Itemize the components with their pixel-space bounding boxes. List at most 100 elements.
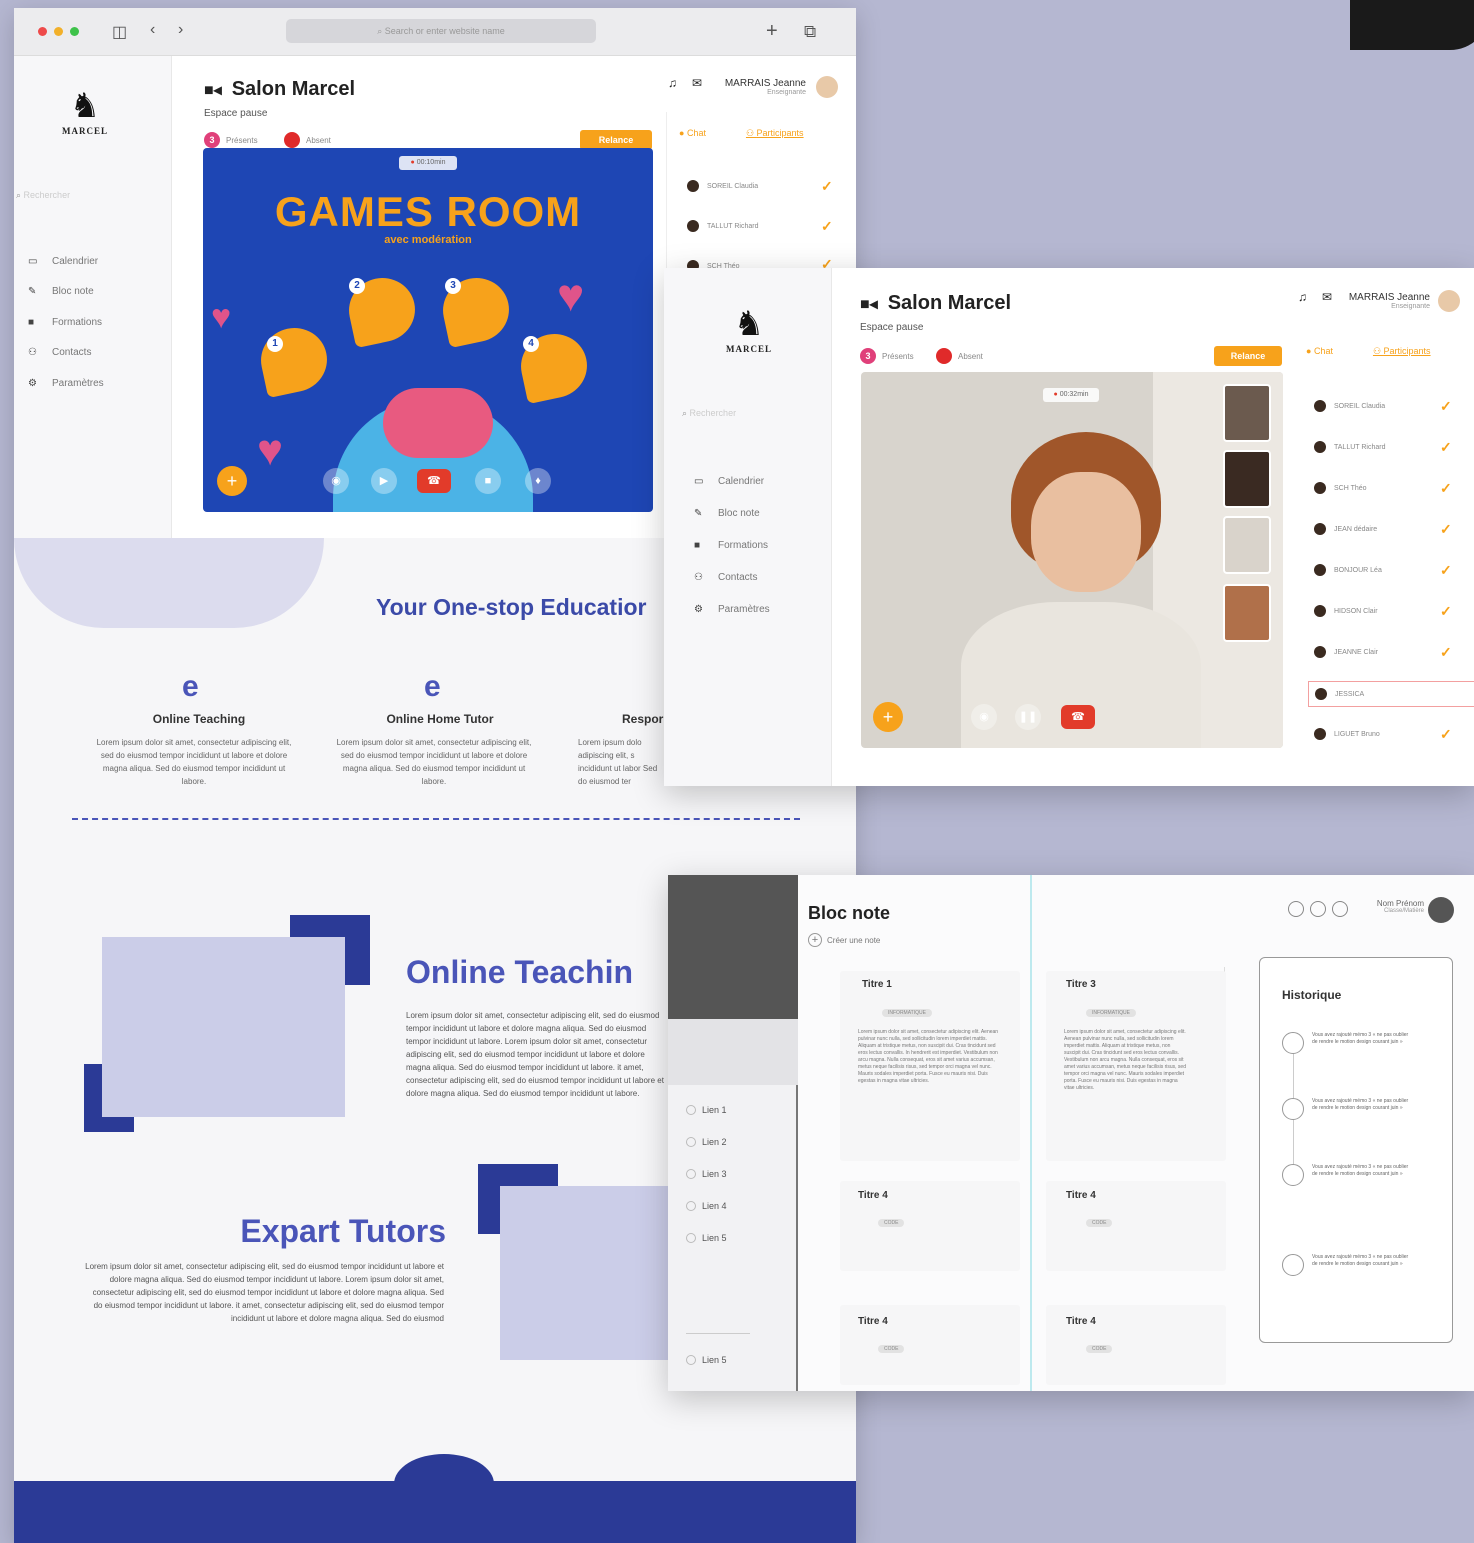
avatar [1314,605,1326,617]
participant-row[interactable]: TALLUT Richard [1314,441,1385,453]
minimize-window-dot[interactable] [54,27,63,36]
volume-icon[interactable]: ◉ [323,468,349,494]
call-timer-text: 00:10min [416,159,446,166]
tab-participants[interactable]: ⚇ Participants [746,128,804,139]
history-item: Vous avez rajouté mémo 3 « ne pas oublie… [1312,1164,1409,1177]
url-bar[interactable]: ⌕ Search or enter website name [286,19,596,43]
lien-item[interactable]: Lien 2 [686,1137,727,1147]
nav-item-calendrier[interactable]: ▭ Calendrier [28,256,98,267]
tab-chat[interactable]: ● Chat [1306,346,1333,357]
add-button[interactable]: + [873,702,903,732]
play-icon[interactable]: ▶ [371,468,397,494]
participant-name: LIGUET Bruno [1334,730,1380,738]
forward-icon[interactable]: › [178,21,183,39]
note-title: Titre 4 [1066,1190,1096,1201]
nav-item-parametres[interactable]: ⚙ Paramètres [28,378,104,389]
new-tab-icon[interactable]: + [766,20,778,43]
lien-item[interactable]: Lien 1 [686,1105,727,1115]
nav-item-bloc-note[interactable]: ✎ Bloc note [28,286,94,297]
timeline-node [1282,1164,1304,1186]
page-title: Bloc note [808,903,891,923]
microphone-icon[interactable]: ♦ [525,468,551,494]
marcel-logo[interactable]: ♞ MARCEL [714,304,784,364]
lien-item[interactable]: Lien 4 [686,1201,727,1211]
hang-up-button[interactable]: ☎ [1061,705,1095,729]
mail-icon[interactable]: ✉ [692,76,702,90]
participant-name: JESSICA [1335,690,1365,698]
pause-icon[interactable]: ❚❚ [1015,704,1041,730]
participant-thumbnail[interactable] [1223,584,1271,642]
hang-up-button[interactable]: ☎ [417,469,451,493]
participant-name: JEANNE Clair [1334,648,1378,656]
participant-row[interactable]: SCH Théo [1314,482,1367,494]
call-timer-text: 00:32min [1059,391,1089,398]
tabs-overview-icon[interactable]: ⧉ [804,22,816,42]
participant-row[interactable]: SOREIL Claudia [1314,400,1385,412]
nav-item-contacts[interactable]: ⚇ Contacts [28,347,91,358]
nav-item-parametres[interactable]: ⚙ Paramètres [694,604,770,615]
avatar[interactable] [1428,897,1454,923]
camera-icon[interactable]: ■ [475,468,501,494]
participant-thumbnail[interactable] [1223,384,1271,442]
close-window-dot[interactable] [38,27,47,36]
user-name: MARRAIS Jeanne [1348,292,1430,303]
nav-item-calendrier[interactable]: ▭ Calendrier [694,476,764,487]
user-info[interactable]: Nom Prénom Classe/Matière [1348,899,1424,914]
lien-item[interactable]: Lien 3 [686,1169,727,1179]
participant-row[interactable]: TALLUT Richard [687,220,758,232]
nav-label: Calendrier [718,476,765,487]
window-controls[interactable] [1288,901,1348,917]
back-icon[interactable]: ‹ [150,21,155,39]
check-icon: ✓ [821,218,833,234]
sidebar-search[interactable]: ⌕ Rechercher [16,190,70,201]
volume-icon[interactable]: ◉ [971,704,997,730]
participant-row[interactable]: LIGUET Bruno [1314,728,1380,740]
marcel-logo[interactable]: ♞ MARCEL [50,86,120,146]
footer-band [14,1481,856,1543]
game-pick-1[interactable] [255,321,333,399]
lien-item[interactable]: Lien 5 [686,1355,727,1365]
avatar[interactable] [1438,290,1460,312]
add-button[interactable]: + [217,466,247,496]
nav-item-bloc-note[interactable]: ✎ Bloc note [694,508,760,519]
check-icon: ✓ [1440,726,1452,742]
check-icon: ✓ [1440,603,1452,619]
participant-name: TALLUT Richard [1334,443,1386,451]
tab-chat[interactable]: ● Chat [679,128,706,139]
tab-participants-label: Participants [1383,346,1431,356]
create-note-button[interactable]: + Créer une note [808,933,880,947]
feature-description: Lorem ipsum dolor sit amet, consectetur … [336,738,532,786]
nav-label: Calendrier [52,256,99,267]
avatar [1314,441,1326,453]
sidebar-search[interactable]: ⌕ Rechercher [682,408,736,419]
participant-row[interactable]: BONJOUR Léa [1314,564,1382,576]
nav-label: Contacts [52,347,92,358]
nav-item-formations[interactable]: ■ Formations [28,317,102,328]
bell-icon[interactable]: ♫ [668,76,677,90]
user-info[interactable]: MARRAIS Jeanne Enseignante [1336,292,1430,310]
user-info[interactable]: MARRAIS Jeanne Enseignante [712,78,806,96]
nav-item-contacts[interactable]: ⚇ Contacts [694,572,757,583]
participant-row[interactable]: JESSICA [1308,681,1474,707]
tab-participants[interactable]: ⚇ Participants [1373,346,1431,357]
present-legend: 3 Présents [860,348,914,364]
image-placeholder [500,1186,670,1360]
check-icon: ✓ [1440,562,1452,578]
nav-item-formations[interactable]: ■ Formations [694,540,768,551]
participant-row[interactable]: JEAN dédaire [1314,523,1377,535]
lien-label: Lien 4 [702,1201,727,1211]
relance-button[interactable]: Relance [580,130,652,150]
avatar[interactable] [816,76,838,98]
participant-row[interactable]: JEANNE Clair [1314,646,1378,658]
bell-icon[interactable]: ♫ [1298,290,1307,304]
participant-row[interactable]: HIDSON Clair [1314,605,1378,617]
participant-row[interactable]: SOREIL Claudia [687,180,758,192]
sidebar-toggle-icon[interactable]: ◫ [112,22,127,42]
participant-thumbnail[interactable] [1223,516,1271,574]
mail-icon[interactable]: ✉ [1322,290,1332,304]
participant-thumbnail[interactable] [1223,450,1271,508]
avatar [1314,523,1326,535]
relance-button[interactable]: Relance [1214,346,1282,366]
maximize-window-dot[interactable] [70,27,79,36]
lien-item[interactable]: Lien 5 [686,1233,727,1243]
